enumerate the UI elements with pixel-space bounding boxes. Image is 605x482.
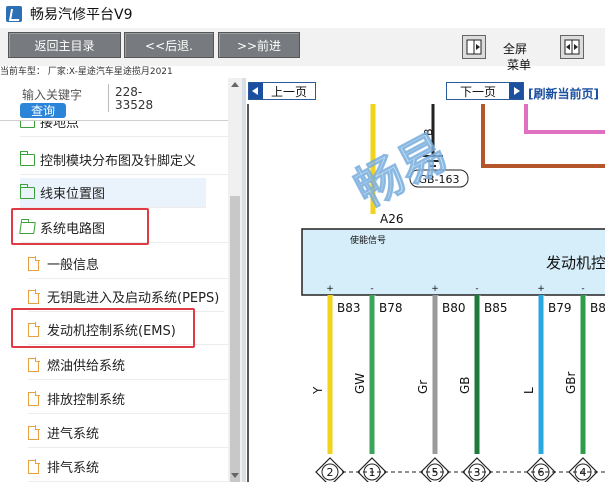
document-icon — [28, 391, 40, 406]
document-icon — [28, 357, 40, 372]
refresh-page-link[interactable]: [刷新当前页] — [528, 85, 599, 102]
title-bar: 畅易汽修平台V9 — [0, 0, 605, 28]
document-icon — [28, 289, 40, 304]
tree-item-label: 排放控制系统 — [47, 393, 126, 408]
query-button[interactable]: 查询 — [20, 103, 66, 118]
document-icon — [28, 256, 40, 271]
tree-item-label: 排气系统 — [47, 461, 100, 476]
watermark: 畅易 — [346, 124, 457, 219]
folder-icon — [19, 150, 35, 166]
scroll-down-icon[interactable] — [231, 473, 239, 478]
connector-number: 2 — [327, 466, 334, 479]
tree-scrollbar[interactable] — [228, 78, 242, 482]
pin-polarity: + — [431, 284, 439, 294]
diagram-viewer: 上一页 下一页 [刷新当前页] B GB-163 A26 使能信号 发动机控 畅… — [246, 78, 605, 482]
arrow-right-icon — [509, 83, 523, 99]
pin-label: B79 — [548, 301, 572, 315]
pin-polarity: + — [326, 284, 334, 294]
wire-code: L — [522, 387, 536, 394]
enable-signal-label: 使能信号 — [350, 234, 386, 246]
wire-code: GW — [353, 373, 367, 394]
back-button[interactable]: <<后退. — [124, 32, 214, 58]
pin-polarity: - — [370, 284, 373, 294]
tree-item-fuel-supply[interactable]: 燃油供给系统 — [28, 350, 228, 380]
home-button[interactable]: 返回主目录 — [8, 32, 121, 58]
tree-item-control-modules[interactable]: 控制模块分布图及针脚定义 — [19, 145, 228, 175]
pin-label: B78 — [379, 301, 403, 315]
tree-item-general-info[interactable]: 一般信息 — [28, 249, 228, 279]
highlight-box — [11, 308, 195, 348]
tree-item-label: 控制模块分布图及针脚定义 — [40, 154, 197, 169]
prev-page-button[interactable]: 上一页 — [248, 82, 316, 100]
pin-label: B83 — [337, 301, 361, 315]
folder-icon — [20, 121, 35, 128]
fullscreen-button[interactable] — [560, 35, 584, 59]
forward-button[interactable]: >>前进 — [218, 32, 300, 58]
next-page-button[interactable]: 下一页 — [446, 82, 524, 100]
wire-brown — [481, 104, 605, 168]
panel-toggle-icon — [466, 39, 482, 55]
pin-polarity: - — [475, 284, 478, 294]
pin-polarity: + — [537, 284, 545, 294]
arrow-left-icon — [249, 83, 263, 99]
pin-polarity: - — [581, 284, 584, 294]
fullscreen-label: 全屏 — [503, 42, 528, 56]
tree-item-emission-control[interactable]: 排放控制系统 — [28, 384, 228, 414]
wiring-diagram: B GB-163 A26 使能信号 发动机控 畅易 +B83Y2-B78GW1+… — [247, 104, 605, 482]
tree-item-ground-points[interactable]: 接地点 — [20, 121, 228, 137]
page-nav-bar: 上一页 下一页 [刷新当前页] — [246, 78, 605, 104]
wire-code: GB — [458, 376, 472, 394]
keyword-label: 输入关键字 — [22, 88, 83, 102]
highlight-box — [11, 208, 149, 245]
scroll-up-icon[interactable] — [231, 82, 239, 87]
wire-code: Y — [311, 386, 325, 395]
folder-icon — [19, 183, 35, 199]
pin-label: B80 — [442, 301, 466, 315]
tree-item-label: 进气系统 — [47, 427, 100, 442]
wire-code: GBr — [564, 371, 578, 394]
document-icon — [28, 459, 40, 474]
tree-item-label: 一般信息 — [47, 258, 100, 273]
tree-item-label: 燃油供给系统 — [47, 359, 126, 374]
prev-page-label: 上一页 — [270, 84, 307, 99]
app-title: 畅易汽修平台V9 — [30, 7, 133, 23]
keyword-input[interactable]: 228-33528 — [115, 86, 155, 112]
menu-label: 菜单 — [507, 58, 532, 72]
wire-code: Gr — [416, 380, 430, 394]
document-icon — [28, 425, 40, 440]
current-car-model: 当前车型： 厂家:X-星途汽车星途揽月2021 — [0, 67, 173, 77]
tree-item-exhaust[interactable]: 排气系统 — [28, 452, 228, 482]
pin-group: +B83Y2-B78GW1+B80Gr5-B85GB3+B79L6-B8GBr4 — [311, 284, 605, 482]
pin-label: B8 — [590, 301, 605, 315]
navigation-tree: 接地点 控制模块分布图及针脚定义 线束位置图 系统电路图 一般信息 无钥匙进入及… — [0, 121, 228, 482]
keyword-divider — [108, 84, 109, 112]
keyword-search: 输入关键字 查询 228-33528 — [0, 78, 242, 120]
app-logo-icon — [6, 6, 22, 22]
expand-icon — [564, 39, 580, 55]
wire-pink — [524, 104, 605, 134]
collapse-panel-button[interactable] — [462, 35, 486, 59]
tree-item-label: 无钥匙进入及启动系统(PEPS) — [47, 291, 220, 306]
tree-item-harness-location[interactable]: 线束位置图 — [19, 178, 206, 208]
scroll-thumb[interactable] — [230, 196, 240, 482]
tree-item-label: 接地点 — [40, 121, 80, 131]
toolbar: 返回主目录 <<后退. >>前进 全屏 菜单 当前车型： 厂家:X-星途汽车星途… — [0, 28, 605, 77]
pin-label: B85 — [484, 301, 508, 315]
ecu-label: 发动机控 — [546, 254, 605, 272]
tree-item-intake[interactable]: 进气系统 — [28, 418, 228, 448]
next-page-label: 下一页 — [459, 84, 496, 99]
connector-a26: A26 — [380, 212, 403, 226]
tree-item-label: 线束位置图 — [40, 187, 106, 202]
